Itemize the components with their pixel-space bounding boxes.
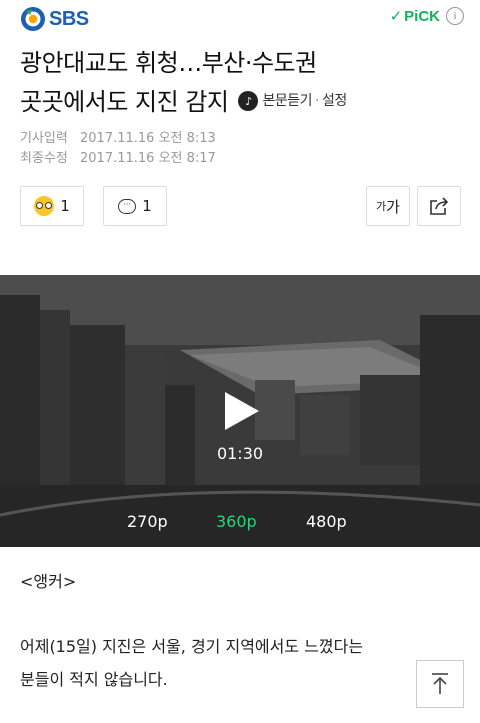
- paragraph-line-2: 분들이 적지 않습니다.: [20, 670, 168, 689]
- tts-separator: ·: [315, 92, 319, 109]
- paragraph-line-1: 어제(15일) 지진은 서울, 경기 지역에서도 느꼈다는: [20, 637, 364, 656]
- quality-480p[interactable]: 480p: [306, 512, 347, 531]
- pick-label: PiCK: [404, 7, 440, 25]
- published-time: 2017.11.16 오전 8:13: [80, 131, 216, 146]
- tts-button[interactable]: 본문듣기: [262, 82, 312, 121]
- action-bar: 1 ··· 1 가가: [20, 186, 462, 228]
- reaction-count: 1: [60, 197, 70, 215]
- reaction-face-icon: [34, 196, 55, 216]
- title-line-2: 곳곳에서도 지진 감지 ♪ 본문듣기 · 설정: [20, 83, 465, 123]
- article-title: 광안대교도 휘청…부산·수도권 곳곳에서도 지진 감지 ♪ 본문듣기 · 설정: [20, 44, 465, 123]
- title-line-1: 광안대교도 휘청…부산·수도권: [20, 49, 317, 77]
- reaction-button[interactable]: 1: [20, 186, 84, 226]
- anchor-tag: <앵커>: [20, 572, 77, 591]
- play-icon[interactable]: [223, 390, 261, 432]
- comment-count: 1: [142, 197, 152, 215]
- sbs-logo[interactable]: SBS: [20, 6, 89, 32]
- published-label: 기사입력: [20, 131, 68, 146]
- sbs-logo-icon: [20, 6, 46, 32]
- brand-name: SBS: [49, 7, 89, 30]
- comment-bubble-icon: ···: [118, 198, 137, 214]
- font-large-glyph: 가: [386, 197, 400, 216]
- quality-360p[interactable]: 360p: [216, 512, 257, 531]
- scroll-to-top-button[interactable]: [416, 660, 464, 708]
- updated-label: 최종수정: [20, 151, 68, 166]
- font-small-glyph: 가: [376, 200, 387, 213]
- comment-button[interactable]: ··· 1: [103, 186, 167, 226]
- article-paragraph: 어제(15일) 지진은 서울, 경기 지역에서도 느꼈다는 분들이 적지 않습니…: [20, 630, 440, 696]
- share-button[interactable]: [417, 186, 461, 226]
- check-icon: ✓: [389, 7, 403, 25]
- tts-control: ♪ 본문듣기 · 설정: [238, 82, 347, 121]
- share-icon: [430, 197, 449, 215]
- info-icon[interactable]: i: [446, 7, 464, 25]
- article-meta: 기사입력 2017.11.16 오전 8:13 최종수정 2017.11.16 오전…: [20, 129, 216, 169]
- pick-badge[interactable]: ✓ PiCK i: [390, 7, 464, 25]
- quality-270p[interactable]: 270p: [127, 512, 168, 531]
- arrow-up-icon: [432, 673, 448, 694]
- speaker-icon[interactable]: ♪: [238, 91, 259, 111]
- title-line-2-text: 곳곳에서도 지진 감지: [20, 88, 229, 116]
- font-size-button[interactable]: 가가: [366, 186, 410, 226]
- top-bar: SBS ✓ PiCK i: [0, 0, 480, 36]
- updated-time: 2017.11.16 오전 8:17: [80, 151, 216, 166]
- tts-settings-button[interactable]: 설정: [322, 82, 347, 121]
- video-duration: 01:30: [216, 444, 264, 463]
